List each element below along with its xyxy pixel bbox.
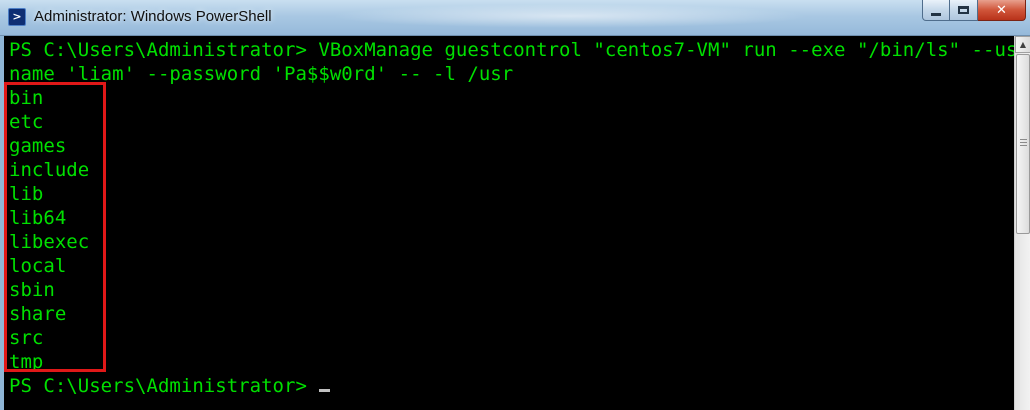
output-line: share xyxy=(9,303,67,325)
highlight-box xyxy=(4,82,106,372)
window-title: Administrator: Windows PowerShell xyxy=(34,8,272,25)
output-line: local xyxy=(9,255,67,277)
powershell-icon[interactable]: > xyxy=(8,8,26,26)
command-line: name 'liam' --password 'Pa$$w0rd' -- -l … xyxy=(9,63,514,85)
text-cursor xyxy=(319,389,331,392)
output-line: sbin xyxy=(9,279,55,301)
console-lines: PS C:\Users\Administrator> VBoxManage gu… xyxy=(9,38,1014,398)
output-line: lib64 xyxy=(9,207,67,229)
output-line: include xyxy=(9,159,90,181)
close-button[interactable]: ✕ xyxy=(978,0,1026,21)
arrow-up-icon: ▲ xyxy=(1019,40,1027,49)
console-output[interactable]: PS C:\Users\Administrator> VBoxManage gu… xyxy=(4,36,1014,410)
scroll-up-button[interactable]: ▲ xyxy=(1015,36,1030,53)
window-controls: ✕ xyxy=(922,0,1026,22)
title-bar[interactable]: > Administrator: Windows PowerShell ✕ xyxy=(0,0,1030,36)
scrollbar-thumb[interactable] xyxy=(1016,54,1030,234)
output-line: src xyxy=(9,327,44,349)
powershell-window: > Administrator: Windows PowerShell ✕ PS… xyxy=(0,0,1030,410)
maximize-button[interactable] xyxy=(950,0,978,21)
output-line: tmp xyxy=(9,351,44,373)
maximize-icon xyxy=(958,6,969,14)
minimize-icon xyxy=(931,12,941,16)
output-line: games xyxy=(9,135,67,157)
prompt-line[interactable]: PS C:\Users\Administrator> xyxy=(9,374,1014,398)
output-line: etc xyxy=(9,111,44,133)
command-line: PS C:\Users\Administrator> VBoxManage gu… xyxy=(9,39,1014,61)
output-line: bin xyxy=(9,87,44,109)
output-line: libexec xyxy=(9,231,90,253)
prompt-text: PS C:\Users\Administrator> xyxy=(9,375,319,397)
vertical-scrollbar[interactable]: ▲ xyxy=(1014,36,1030,410)
minimize-button[interactable] xyxy=(922,0,950,21)
close-icon: ✕ xyxy=(996,2,1007,18)
output-line: lib xyxy=(9,183,44,205)
